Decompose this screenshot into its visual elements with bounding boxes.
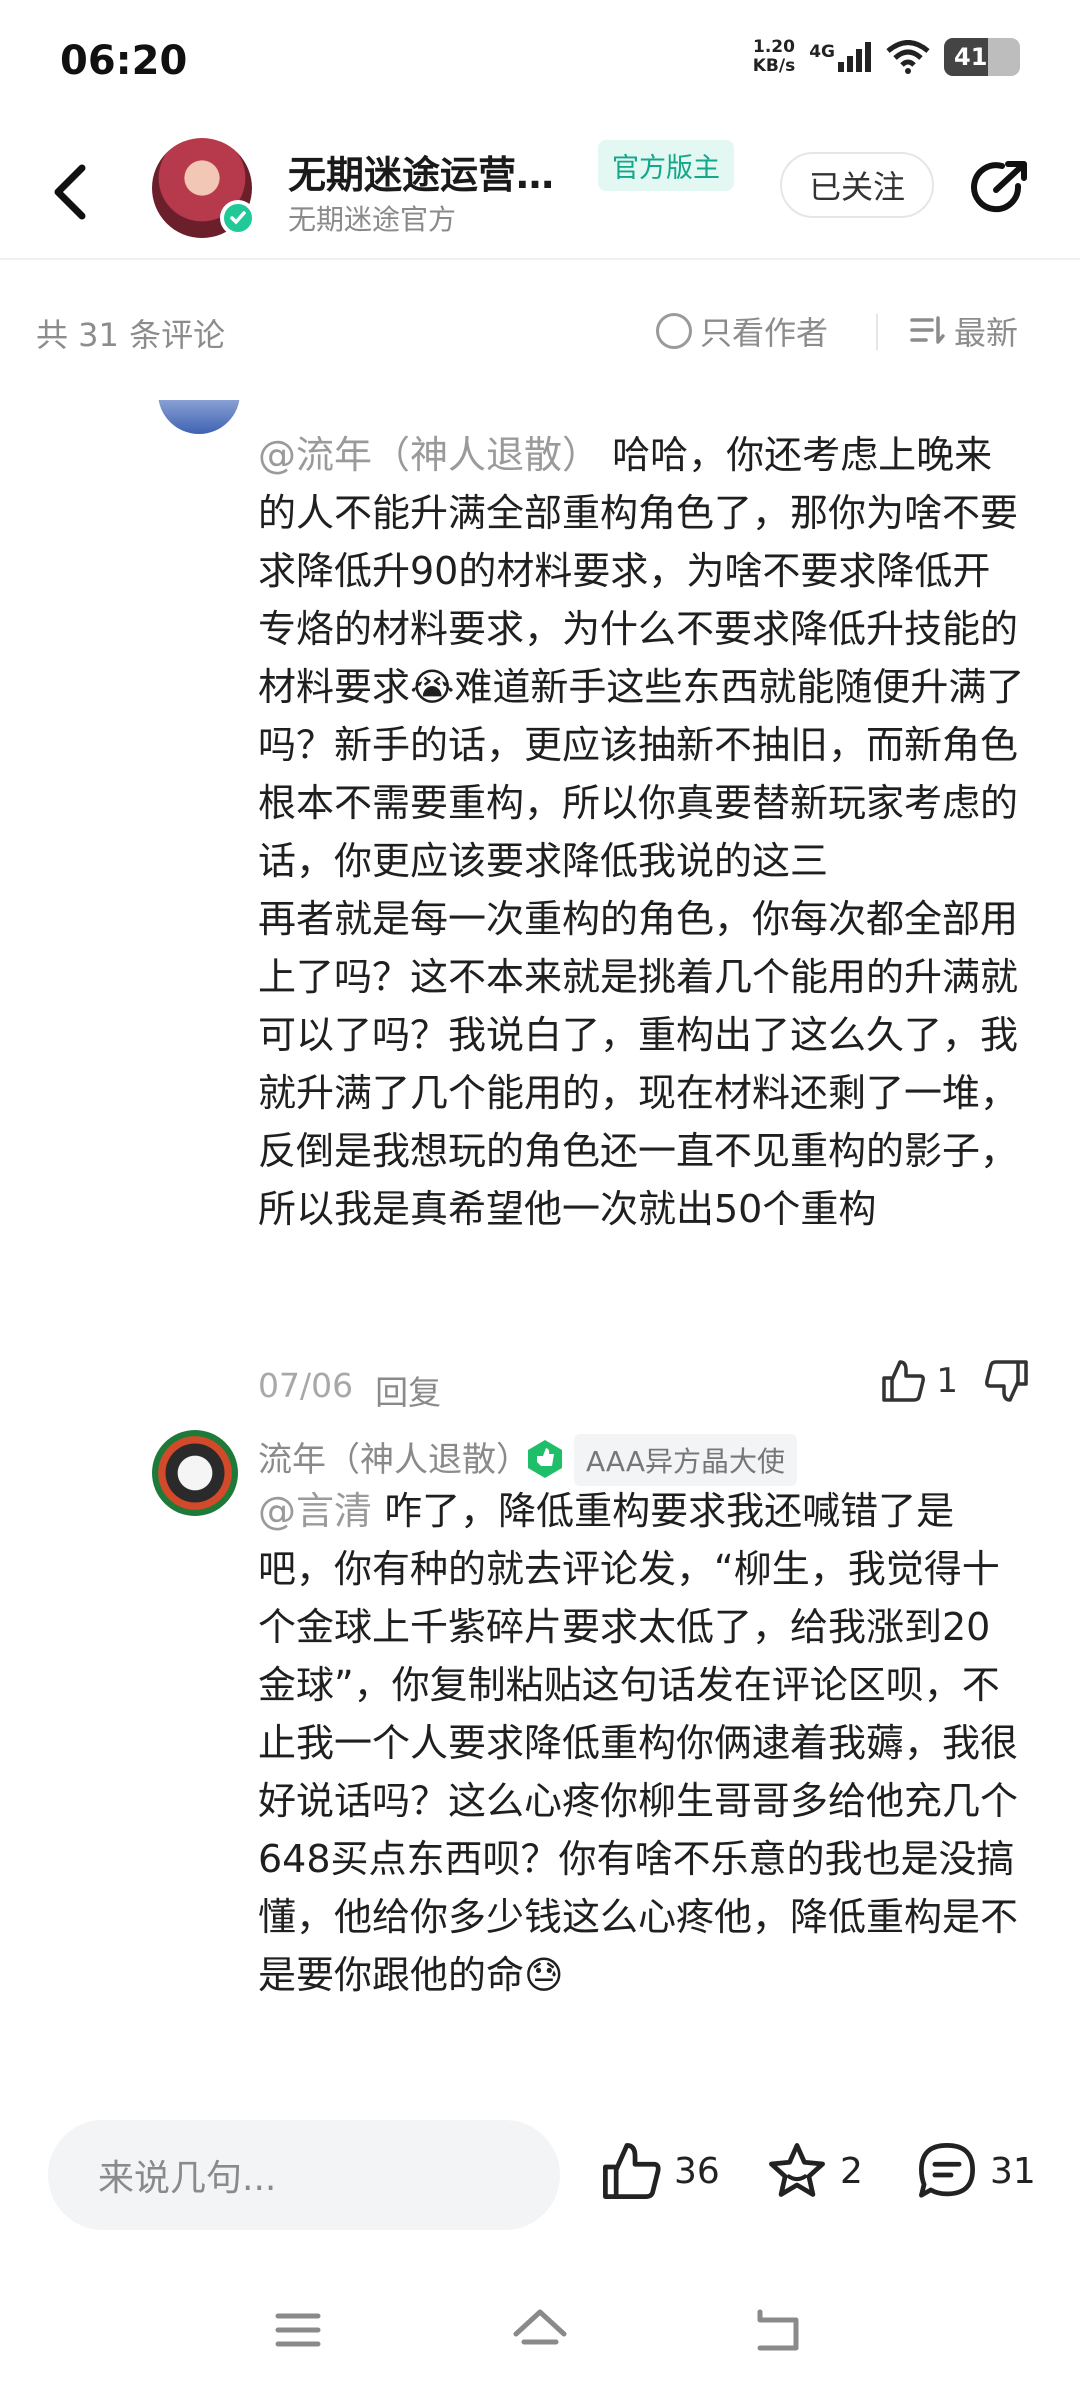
post-like-button[interactable]: 36	[600, 2140, 720, 2202]
comment-date: 07/06	[258, 1366, 354, 1405]
signal-icon: 4G	[809, 42, 872, 72]
comment-total: 31	[990, 2150, 1036, 2192]
avatar[interactable]	[152, 1430, 238, 1516]
comment-filter-bar: 共 31 条评论 只看作者 最新	[0, 290, 1080, 370]
comment-input[interactable]: 来说几句...	[48, 2120, 560, 2230]
follow-button[interactable]: 已关注	[780, 152, 934, 218]
dislike-button[interactable]	[984, 1358, 1030, 1404]
sort-icon	[910, 316, 945, 344]
post-like-count: 36	[674, 2150, 720, 2192]
comment-actions: 1	[880, 1358, 1030, 1404]
menu-icon[interactable]	[266, 2298, 330, 2362]
author-title-badge: AAA异方晶大使	[574, 1434, 798, 1486]
comment-author[interactable]: 流年（神人退散）	[258, 1432, 530, 1481]
network-speed: 1.20 KB/s	[753, 38, 795, 76]
scroll-fade	[0, 2040, 1080, 2090]
thumb-up-icon	[603, 2143, 661, 2199]
sort-toggle[interactable]: 最新	[910, 308, 1018, 354]
avatar[interactable]	[158, 400, 240, 434]
post-header: 无期迷途运营… 官方版主 无期迷途官方 已关注	[0, 130, 1080, 260]
comment-body: 哈哈，你还考虑上晚来的人不能升满全部重构角色了，那你为啥不要求降低升90的材料要…	[258, 433, 1025, 883]
comment-icon	[919, 2143, 975, 2198]
status-icons: 1.20 KB/s 4G 41	[753, 38, 1020, 76]
level-icon	[528, 1440, 562, 1478]
favorite-button[interactable]: 2	[766, 2140, 863, 2202]
author-badge: 官方版主	[598, 140, 734, 191]
sort-label: 最新	[954, 314, 1019, 352]
comment-list[interactable]: @流年（神人退散） 哈哈，你还考虑上晚来的人不能升满全部重构角色了，那你为啥不要…	[0, 400, 1080, 2090]
author-avatar[interactable]	[152, 138, 256, 238]
like-button[interactable]: 1	[880, 1358, 958, 1404]
wifi-icon	[886, 40, 930, 74]
battery-level: 41	[954, 43, 988, 71]
share-icon	[971, 161, 1027, 213]
author-name[interactable]: 无期迷途运营…	[288, 144, 554, 199]
favorite-count: 2	[840, 2150, 863, 2192]
battery-indicator: 41	[944, 38, 1020, 76]
author-only-label: 只看作者	[700, 314, 829, 352]
radio-icon	[656, 313, 692, 349]
system-nav-bar	[0, 2270, 1080, 2392]
comment-body: 咋了，降低重构要求我还喊错了是吧，你有种的就去评论发，“柳生，我觉得十个金球上千…	[258, 1489, 1019, 1997]
thumb-up-icon	[882, 1360, 926, 1402]
star-icon	[769, 2143, 825, 2197]
network-speed-value: 1.20	[752, 37, 795, 57]
reply-button[interactable]: 回复	[375, 1366, 441, 1414]
like-count: 1	[936, 1361, 958, 1401]
network-speed-unit: KB/s	[752, 56, 796, 76]
mention-link[interactable]: @言清	[258, 1489, 372, 1533]
comment-count: 共 31 条评论	[36, 316, 226, 354]
status-time: 06:20	[60, 38, 188, 84]
filter-divider	[876, 314, 878, 350]
verified-icon	[220, 200, 256, 236]
bottom-action-bar: 来说几句... 36 2 31	[0, 2090, 1080, 2240]
share-button[interactable]	[966, 156, 1032, 222]
back-button[interactable]	[50, 152, 120, 232]
back-nav-icon[interactable]	[746, 2298, 810, 2362]
status-bar: 06:20 1.20 KB/s 4G 41	[0, 0, 1080, 130]
home-icon[interactable]	[508, 2298, 572, 2362]
comment-meta: 07/06 回复	[258, 1366, 441, 1414]
network-type: 4G	[809, 42, 835, 62]
author-only-toggle[interactable]: 只看作者	[656, 308, 828, 354]
thumb-down-icon	[985, 1360, 1028, 1402]
comment-reply-text: @言清 咋了，降低重构要求我还喊错了是吧，你有种的就去评论发，“柳生，我觉得十个…	[258, 1482, 1028, 2004]
author-subtitle: 无期迷途官方	[288, 203, 457, 236]
comment-body-continued: 再者就是每一次重构的角色，你每次都全部用上了吗？这不本来就是挑着几个能用的升满就…	[258, 897, 1019, 1231]
comments-button[interactable]: 31	[916, 2140, 1036, 2202]
comment-reply-text: @流年（神人退散） 哈哈，你还考虑上晚来的人不能升满全部重构角色了，那你为啥不要…	[258, 426, 1028, 1238]
back-icon	[54, 164, 86, 220]
mention-link[interactable]: @流年（神人退散）	[258, 433, 600, 477]
